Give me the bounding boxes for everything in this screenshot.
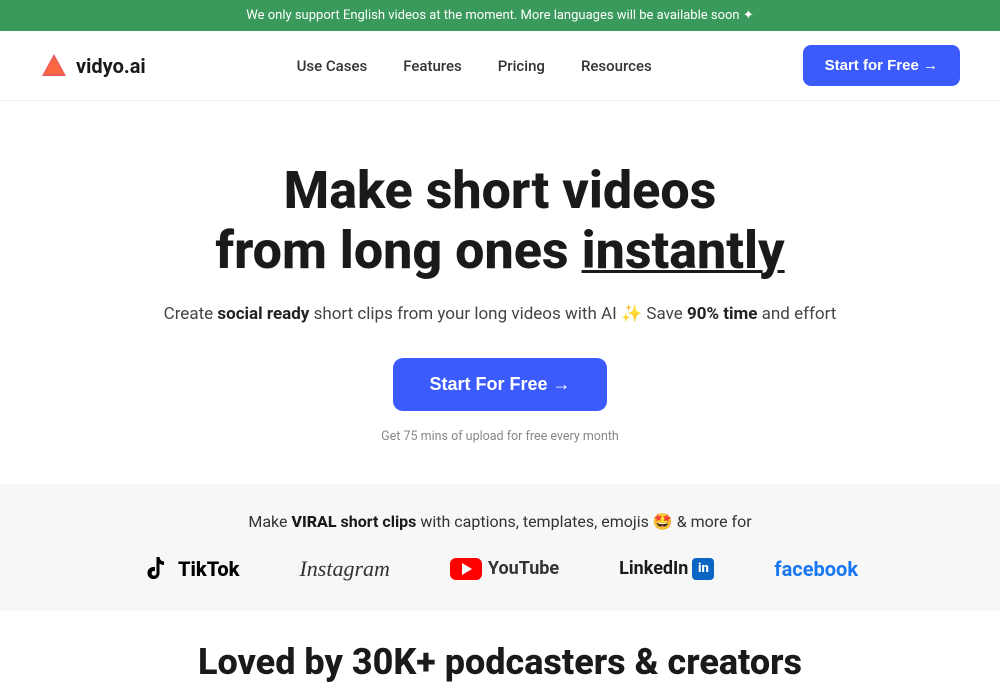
hero-headline: Make short videos from long ones instant… [40,161,960,281]
tiktok-logo: TikTok [142,555,239,583]
linkedin-label: LinkedIn [619,558,688,579]
logo-icon [40,52,68,80]
logo-text: vidyo.ai [76,54,146,78]
youtube-label: YouTube [488,558,559,579]
platforms-list: TikTok Instagram YouTube LinkedIn in fac… [40,555,960,583]
hero-cta-button[interactable]: Start For Free → [393,358,606,411]
facebook-label: facebook [774,557,858,581]
announcement-banner: We only support English videos at the mo… [0,0,1000,31]
loved-section: Loved by 30K+ podcasters & creators [0,611,1000,693]
logo[interactable]: vidyo.ai [40,52,146,80]
nav-pricing[interactable]: Pricing [498,57,545,75]
nav-cta-button[interactable]: Start for Free → [803,45,960,86]
nav-links: Use Cases Features Pricing Resources [297,56,652,75]
banner-text: We only support English videos at the mo… [246,8,753,23]
hero-note: Get 75 mins of upload for free every mon… [381,429,619,444]
youtube-icon [450,558,482,580]
nav-use-cases[interactable]: Use Cases [297,57,368,75]
loved-headline: Loved by 30K+ podcasters & creators [40,641,960,683]
hero-headline-underline: instantly [582,220,785,281]
nav-resources[interactable]: Resources [581,57,652,75]
linkedin-logo: LinkedIn in [619,558,714,580]
hero-subtext: Create social ready short clips from you… [40,301,960,328]
tiktok-label: TikTok [178,557,239,581]
youtube-logo: YouTube [450,558,559,580]
tiktok-icon [142,555,170,583]
social-proof-bar: Make VIRAL short clips with captions, te… [0,484,1000,611]
facebook-logo: facebook [774,557,858,581]
linkedin-icon: in [692,558,714,580]
hero-section: Make short videos from long ones instant… [0,101,1000,484]
nav-features[interactable]: Features [403,57,461,75]
instagram-logo: Instagram [299,556,389,582]
social-bar-text: Make VIRAL short clips with captions, te… [40,512,960,531]
navigation: vidyo.ai Use Cases Features Pricing Reso… [0,31,1000,101]
